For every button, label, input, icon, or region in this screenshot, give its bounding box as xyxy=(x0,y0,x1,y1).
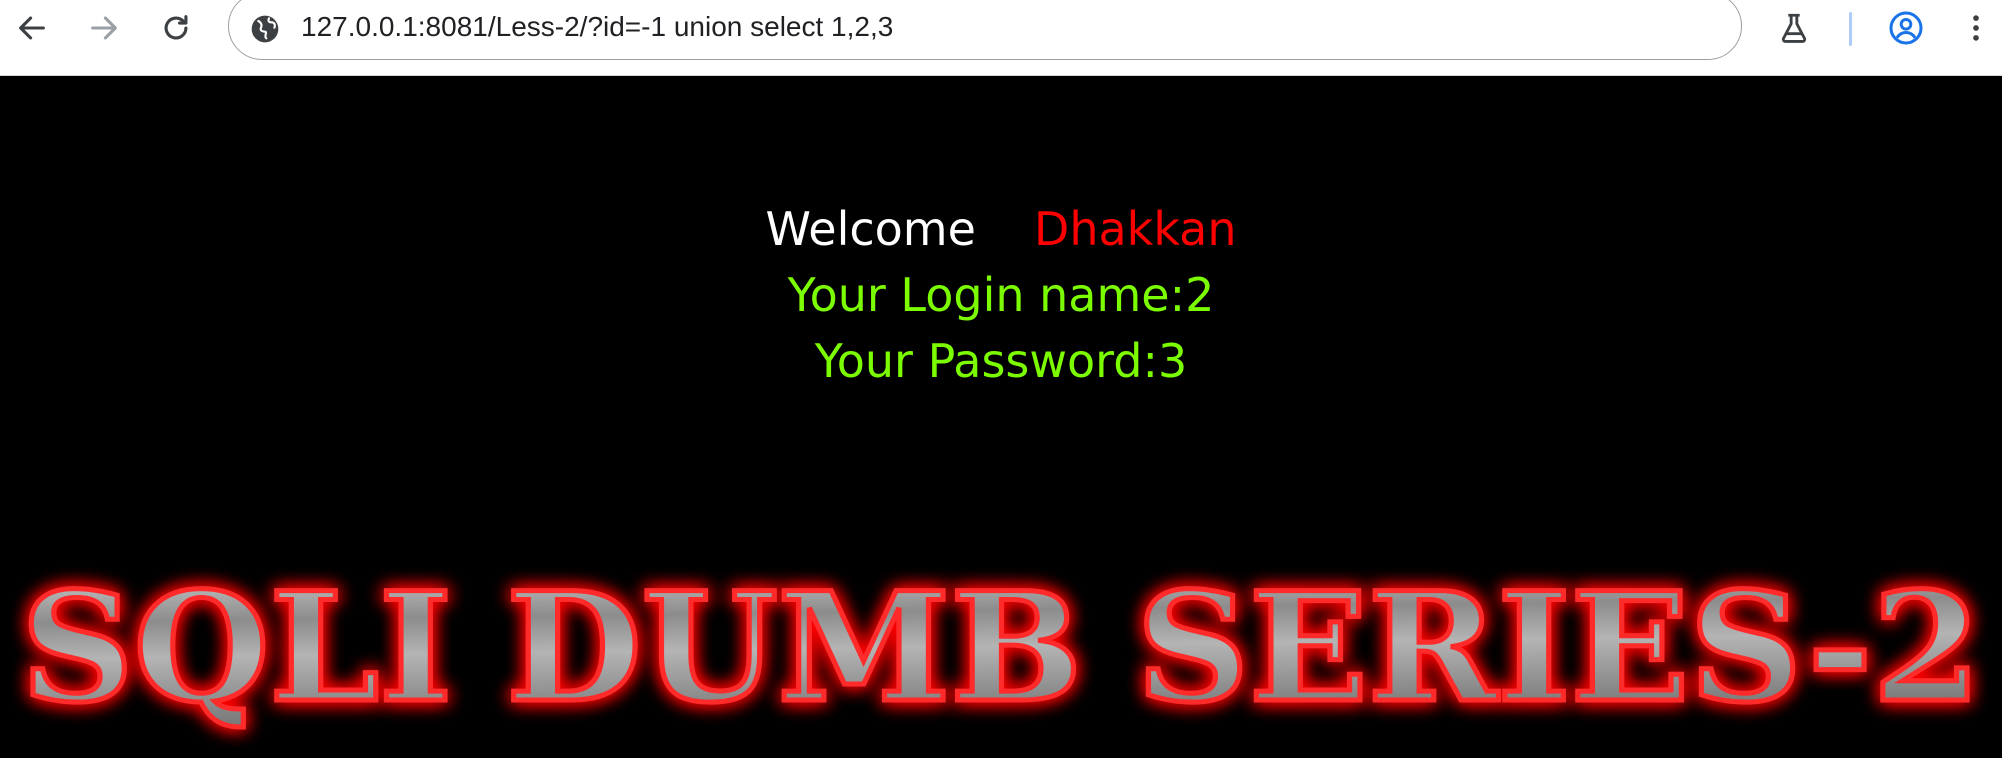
flask-icon xyxy=(1781,13,1807,43)
globe-icon[interactable] xyxy=(249,13,281,45)
welcome-label: Welcome xyxy=(765,202,976,256)
reload-button[interactable] xyxy=(148,6,204,50)
address-bar[interactable]: 127.0.0.1:8081/Less-2/?id=-1 union selec… xyxy=(228,0,1742,60)
reload-icon xyxy=(164,15,188,40)
url-text[interactable]: 127.0.0.1:8081/Less-2/?id=-1 union selec… xyxy=(301,7,893,47)
login-name-line: Your Login name:2 xyxy=(787,268,1215,322)
welcome-line: Welcome Dhakkan xyxy=(0,202,2002,256)
banner-title-text: SQLI DUMB SERIES-2 xyxy=(21,560,1981,736)
profile-button[interactable] xyxy=(1878,6,1934,50)
page-content: Welcome Dhakkan Your Login name:2 Your Pa… xyxy=(0,76,2002,758)
kebab-menu-icon xyxy=(1973,15,1979,41)
toolbar-separator xyxy=(1849,12,1852,46)
forward-button[interactable] xyxy=(76,6,132,50)
labs-button[interactable] xyxy=(1766,6,1822,50)
password-line: Your Password:3 xyxy=(814,334,1188,388)
banner-title-image: SQLI DUMB SERIES-2 xyxy=(19,558,1984,739)
browser-toolbar: 127.0.0.1:8081/Less-2/?id=-1 union selec… xyxy=(0,0,2002,76)
account-circle-icon xyxy=(1889,11,1923,45)
welcome-username: Dhakkan xyxy=(1033,202,1237,256)
arrow-left-icon xyxy=(19,16,45,40)
menu-button[interactable] xyxy=(1952,6,2000,50)
arrow-right-icon xyxy=(91,16,117,40)
back-button[interactable] xyxy=(4,6,60,50)
